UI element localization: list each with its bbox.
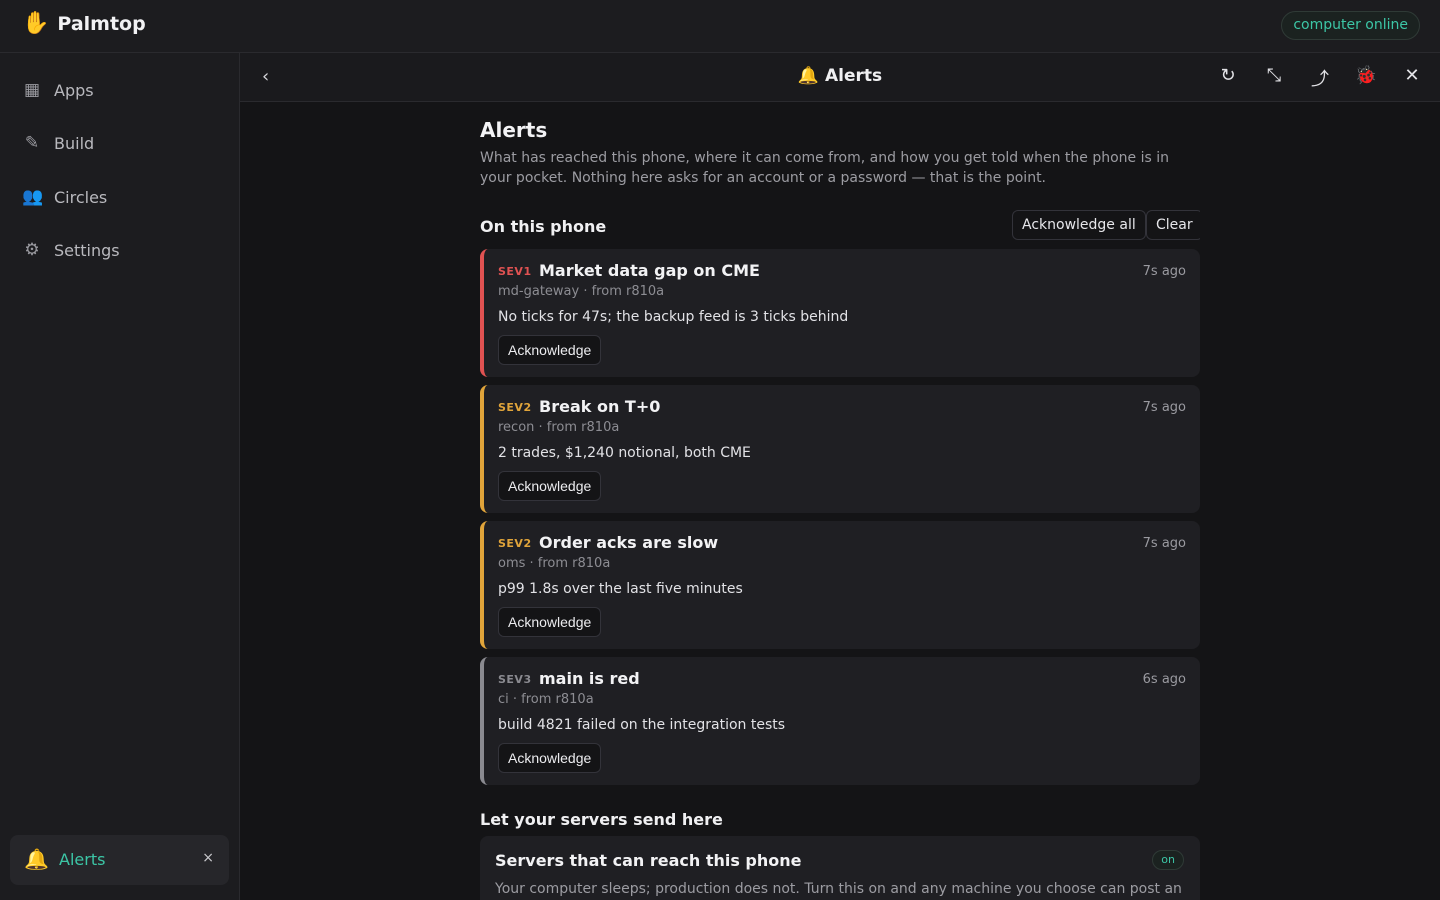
severity-label: SEV1	[498, 265, 532, 278]
alert-source: md-gateway · from r810a	[498, 284, 665, 299]
alert-body: p99 1.8s over the last five minutes	[498, 581, 743, 597]
alert-card: SEV1 Market data gap on CME 7s ago md-ga…	[480, 249, 1200, 377]
app-brand[interactable]: ✋ Palmtop	[22, 11, 146, 36]
gear-icon: ⚙	[24, 240, 40, 260]
alert-card: SEV2 Break on T+0 7s ago recon · from r8…	[480, 385, 1200, 513]
alert-title: Market data gap on CME	[539, 261, 760, 280]
alert-title: Order acks are slow	[539, 533, 719, 552]
acknowledge-button[interactable]: Acknowledge	[498, 743, 602, 773]
panel-header: ‹ 🔔 Alerts ↻ ⤡ ⤴ 🐞 ✕	[240, 53, 1440, 102]
alert-time: 7s ago	[1142, 536, 1186, 551]
alerts-page: Alerts What has reached this phone, wher…	[480, 102, 1200, 900]
bug-icon[interactable]: 🐞	[1354, 65, 1378, 89]
sidebar: ▦ Apps ✎ Build 👥 Circles ⚙ Settings 🔔 Al…	[0, 53, 240, 900]
servers-card: Servers that can reach this phone on You…	[480, 836, 1200, 900]
close-icon[interactable]: ✕	[1400, 65, 1424, 89]
sidebar-item-circles[interactable]: 👥 Circles	[22, 187, 107, 207]
alert-source: recon · from r810a	[498, 420, 620, 435]
top-bar: ✋ Palmtop computer online	[0, 0, 1440, 53]
pencil-icon: ✎	[24, 133, 40, 153]
refresh-icon[interactable]: ↻	[1216, 65, 1240, 89]
sidebar-item-label: Settings	[54, 240, 120, 260]
alert-body: build 4821 failed on the integration tes…	[498, 717, 786, 733]
acknowledge-button[interactable]: Acknowledge	[498, 335, 602, 365]
alert-card: SEV2 Order acks are slow 7s ago oms · fr…	[480, 521, 1200, 649]
panel-title: 🔔 Alerts	[797, 66, 883, 86]
open-app-label: Alerts	[59, 850, 106, 869]
acknowledge-button[interactable]: Acknowledge	[498, 607, 602, 637]
sidebar-item-settings[interactable]: ⚙ Settings	[22, 240, 120, 260]
section-title-servers: Let your servers send here	[480, 810, 723, 829]
severity-label: SEV3	[498, 673, 532, 686]
acknowledge-button[interactable]: Acknowledge	[498, 471, 602, 501]
page-intro: What has reached this phone, where it ca…	[480, 150, 1169, 186]
bell-icon: 🔔	[24, 847, 49, 871]
sidebar-item-label: Build	[54, 133, 95, 153]
servers-toggle-badge[interactable]: on	[1152, 850, 1184, 870]
alert-time: 6s ago	[1142, 672, 1186, 687]
close-icon[interactable]: ×	[202, 850, 214, 866]
alert-source: ci · from r810a	[498, 692, 594, 707]
servers-card-title: Servers that can reach this phone	[495, 851, 802, 870]
open-app-alerts[interactable]: 🔔 Alerts ×	[10, 835, 229, 885]
hand-logo-icon: ✋	[22, 11, 50, 36]
section-title-on-phone: On this phone	[480, 217, 607, 236]
sidebar-item-apps[interactable]: ▦ Apps	[22, 80, 94, 100]
alert-time: 7s ago	[1142, 264, 1186, 279]
grid-icon: ▦	[23, 80, 41, 100]
alert-title: Break on T+0	[539, 397, 661, 416]
shrink-icon[interactable]: ⤡	[1262, 65, 1286, 89]
alert-title: main is red	[539, 669, 640, 688]
people-icon: 👥	[22, 187, 44, 207]
servers-card-description: Your computer sleeps; production does no…	[495, 881, 1182, 897]
clear-button[interactable]: Clear	[1146, 210, 1200, 240]
sidebar-item-label: Apps	[54, 80, 94, 100]
alert-source: oms · from r810a	[498, 556, 611, 571]
app-name: Palmtop	[57, 12, 146, 35]
alert-time: 7s ago	[1142, 400, 1186, 415]
severity-label: SEV2	[498, 401, 532, 414]
alert-body: 2 trades, $1,240 notional, both CME	[498, 445, 751, 461]
acknowledge-all-button[interactable]: Acknowledge all	[1012, 210, 1146, 240]
sidebar-item-label: Circles	[54, 187, 108, 207]
page-title: Alerts	[480, 118, 548, 142]
share-icon[interactable]: ⤴	[1308, 65, 1332, 90]
alert-body: No ticks for 47s; the backup feed is 3 t…	[498, 309, 849, 325]
connection-status-badge: computer online	[1281, 11, 1420, 40]
severity-label: SEV2	[498, 537, 532, 550]
alert-card: SEV3 main is red 6s ago ci · from r810a …	[480, 657, 1200, 785]
sidebar-item-build[interactable]: ✎ Build	[22, 133, 94, 153]
